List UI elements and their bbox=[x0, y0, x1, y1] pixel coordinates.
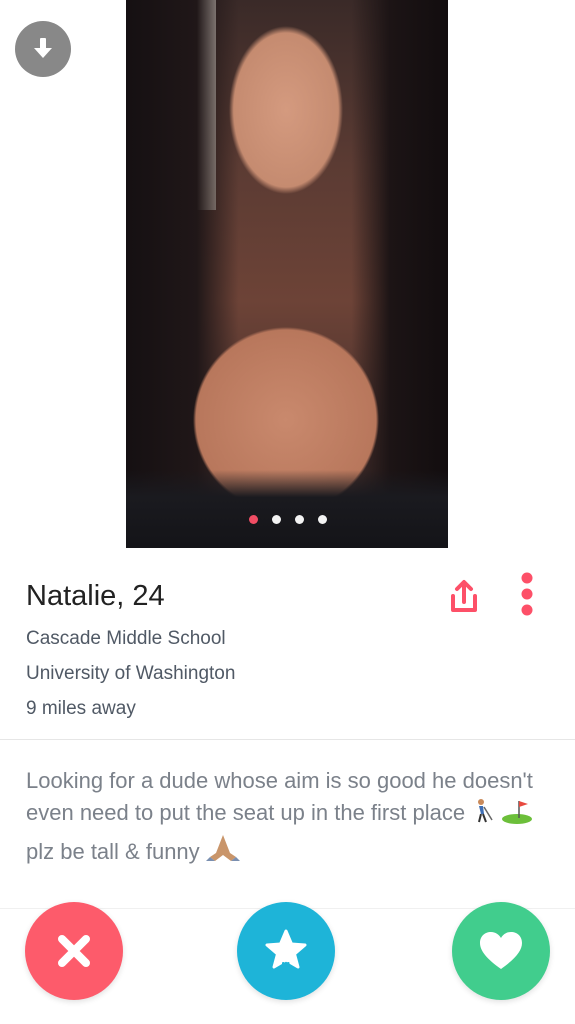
section-divider bbox=[0, 739, 575, 740]
photo-subject bbox=[126, 0, 448, 548]
close-icon bbox=[58, 935, 90, 967]
golfer-emoji bbox=[471, 798, 495, 833]
profile-school-2: University of Washington bbox=[26, 663, 236, 684]
share-button[interactable] bbox=[443, 576, 485, 618]
more-vertical-icon bbox=[521, 572, 533, 616]
flag-in-hole-emoji bbox=[501, 798, 533, 833]
download-button[interactable] bbox=[15, 21, 71, 77]
nope-button[interactable] bbox=[25, 902, 123, 1000]
photo-shirt bbox=[126, 470, 448, 548]
photo-dot-4[interactable] bbox=[317, 515, 327, 524]
profile-school-1: Cascade Middle School bbox=[26, 628, 226, 649]
star-icon bbox=[265, 929, 307, 970]
download-icon bbox=[34, 38, 52, 58]
profile-bio: Looking for a dude whose aim is so good … bbox=[26, 765, 551, 872]
photo-pagination bbox=[0, 511, 575, 529]
share-icon bbox=[451, 580, 477, 612]
photo-dot-2[interactable] bbox=[271, 515, 281, 524]
profile-distance: 9 miles away bbox=[26, 698, 136, 719]
heart-icon bbox=[480, 932, 522, 969]
profile-photo-area[interactable] bbox=[0, 0, 575, 548]
bio-text-tail: plz be tall & funny bbox=[26, 839, 200, 864]
folded-hands-emoji bbox=[205, 833, 240, 872]
photo-dot-1[interactable] bbox=[248, 515, 258, 524]
more-options-button[interactable] bbox=[516, 572, 538, 622]
super-like-button[interactable] bbox=[237, 902, 335, 1000]
bio-text-main: Looking for a dude whose aim is so good … bbox=[26, 768, 533, 825]
profile-photo[interactable] bbox=[126, 0, 448, 548]
photo-dot-3[interactable] bbox=[294, 515, 304, 524]
like-button[interactable] bbox=[452, 902, 550, 1000]
